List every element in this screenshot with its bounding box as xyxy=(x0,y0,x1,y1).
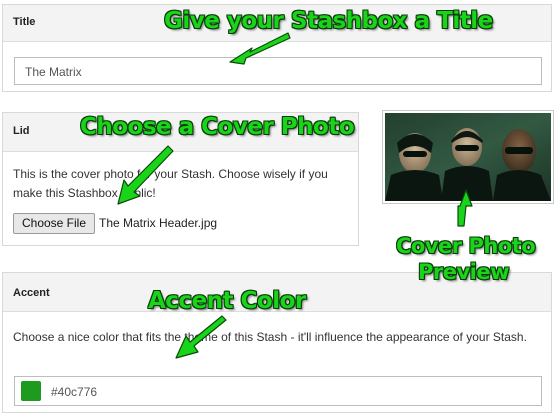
green-arrow-icon xyxy=(117,145,174,205)
title-annotation: Give your Stashbox a Title xyxy=(164,8,493,34)
cover-annotation: Choose a Cover Photo xyxy=(80,114,355,140)
green-arrow-icon xyxy=(457,189,473,227)
preview-annotation-line1: Cover Photo xyxy=(396,234,536,258)
preview-annotation-line2: Preview xyxy=(418,260,510,284)
green-arrow-icon xyxy=(229,32,291,65)
green-arrow-icon xyxy=(175,315,227,359)
annotation-arrows xyxy=(117,32,473,359)
accent-annotation: Accent Color xyxy=(148,288,306,314)
